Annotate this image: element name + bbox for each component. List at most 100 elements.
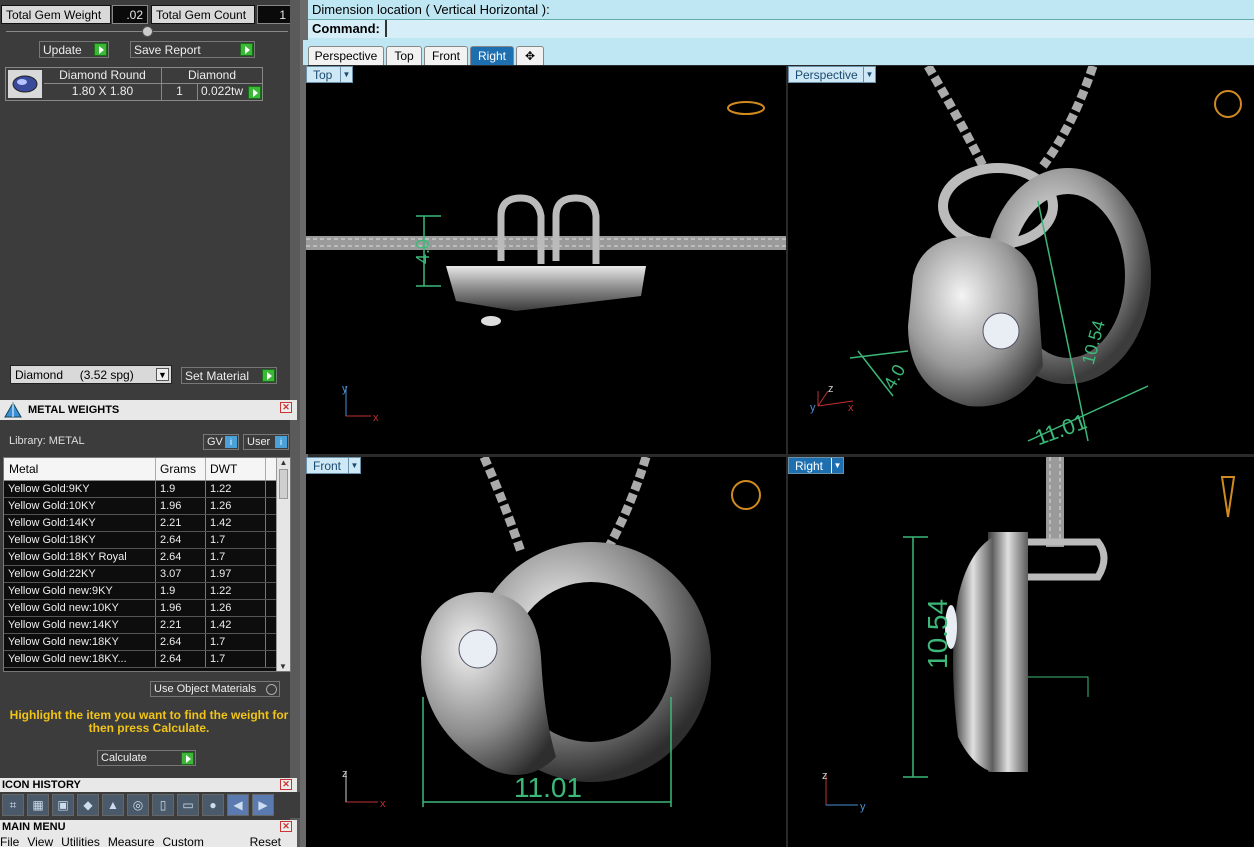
tab-top[interactable]: Top — [386, 46, 422, 65]
command-area: Dimension location ( Vertical Horizontal… — [308, 0, 1254, 40]
svg-text:z: z — [828, 383, 834, 395]
front-view-render: 11.01 z x — [342, 457, 761, 810]
scroll-down-icon[interactable]: ▼ — [277, 662, 289, 671]
use-object-materials-label: Use Object Materials — [154, 683, 257, 695]
viewport-top[interactable]: Top ▼ 4.0 yx — [306, 66, 786, 454]
gem-shape: Diamond Round — [44, 68, 162, 84]
folder-icon[interactable]: ▭ — [177, 794, 199, 816]
table-row[interactable]: Yellow Gold:22KY 3.07 1.97 — [4, 566, 290, 583]
top-dim-text: 4.0 — [413, 239, 433, 264]
file-icon[interactable]: ▯ — [152, 794, 174, 816]
gem-size: 1.80 X 1.80 — [44, 84, 162, 100]
metal-name-cell: Yellow Gold new:18KY... — [4, 651, 156, 667]
metal-rows: Yellow Gold:9KY 1.9 1.22 Yellow Gold:10KY 1.… — [4, 481, 290, 668]
svg-text:x: x — [848, 402, 854, 414]
diamond-gem-icon — [8, 70, 42, 98]
save-report-button[interactable]: Save Report — [130, 41, 255, 58]
tab-right[interactable]: Right — [470, 46, 514, 65]
col-dwt[interactable]: DWT — [206, 458, 266, 480]
radio-icon — [266, 684, 277, 695]
table-row[interactable]: Yellow Gold new:18KY 2.64 1.7 — [4, 634, 290, 651]
metal-name-cell: Yellow Gold new:9KY — [4, 583, 156, 599]
grid-icon[interactable]: ▦ — [27, 794, 49, 816]
grams-cell: 1.96 — [156, 498, 206, 514]
menu-file[interactable]: File — [0, 834, 19, 847]
viewport-perspective[interactable]: Perspective ▼ 4.0 10.54 11.01 zyx — [788, 66, 1254, 454]
table-row[interactable]: Yellow Gold new:9KY 1.9 1.22 — [4, 583, 290, 600]
metal-name-cell: Yellow Gold:18KY — [4, 532, 156, 548]
front-dim-text: 11.01 — [514, 772, 582, 803]
table-row[interactable]: Yellow Gold:10KY 1.96 1.26 — [4, 498, 290, 515]
menu-utilities[interactable]: Utilities — [61, 834, 100, 847]
scroll-thumb[interactable] — [279, 469, 288, 499]
metal-weights-header: METAL WEIGHTS ✕ — [0, 400, 297, 420]
save-icon[interactable]: ▣ — [52, 794, 74, 816]
arrow-right-icon[interactable]: ▶ — [252, 794, 274, 816]
tab-perspective[interactable]: Perspective — [308, 46, 384, 65]
use-object-materials-toggle[interactable]: Use Object Materials — [150, 681, 280, 697]
chevron-down-icon[interactable]: ▼ — [156, 368, 169, 381]
gv-button[interactable]: GV i — [203, 434, 239, 450]
dwt-cell: 1.97 — [206, 566, 266, 582]
grams-cell: 2.21 — [156, 515, 206, 531]
command-line[interactable]: Command: — [308, 19, 1254, 38]
go-arrow-icon — [262, 369, 275, 382]
go-arrow-icon — [240, 43, 253, 56]
total-gem-count-value[interactable]: 1 — [257, 5, 291, 24]
gem-row[interactable]: Diamond Round Diamond 1.80 X 1.80 1 0.02… — [5, 67, 263, 101]
add-tab-icon[interactable]: ✥ — [516, 46, 544, 65]
update-button[interactable]: Update — [39, 41, 109, 58]
table-row[interactable]: Yellow Gold:14KY 2.21 1.42 — [4, 515, 290, 532]
user-label: User — [247, 436, 271, 448]
viewport-right[interactable]: Right ▼ 10.54 zy — [788, 457, 1254, 847]
svg-text:y: y — [860, 801, 866, 813]
command-cursor — [385, 20, 387, 37]
splitter-handle[interactable] — [142, 26, 153, 37]
viewport-front[interactable]: Front ▼ 11.01 zx — [306, 457, 786, 847]
menu-measure[interactable]: Measure — [108, 834, 155, 847]
menu-custom[interactable]: Custom — [163, 834, 204, 847]
save-report-label: Save Report — [134, 42, 201, 57]
scrollbar[interactable]: ▲ ▼ — [276, 458, 290, 671]
set-material-button[interactable]: Set Material — [181, 367, 277, 384]
scale-icon — [4, 401, 22, 418]
command-prompt: Dimension location ( Vertical Horizontal… — [312, 2, 550, 17]
close-icon[interactable]: ✕ — [280, 779, 292, 790]
persp-dim-a: 4.0 — [880, 361, 910, 393]
calculate-button[interactable]: Calculate — [97, 750, 196, 766]
total-gem-weight-value[interactable]: .02 — [112, 5, 148, 24]
command-label: Command: — [312, 21, 380, 36]
material-select[interactable]: Diamond (3.52 spg) ▼ — [10, 365, 172, 384]
metal-weights-title: METAL WEIGHTS — [28, 404, 120, 416]
table-row[interactable]: Yellow Gold:18KY 2.64 1.7 — [4, 532, 290, 549]
table-row[interactable]: Yellow Gold new:14KY 2.21 1.42 — [4, 617, 290, 634]
metal-name-cell: Yellow Gold new:14KY — [4, 617, 156, 633]
close-icon[interactable]: ✕ — [280, 402, 292, 413]
grams-cell: 1.96 — [156, 600, 206, 616]
table-row[interactable]: Yellow Gold new:18KY... 2.64 1.7 — [4, 651, 290, 668]
menu-reset[interactable]: Reset — [250, 834, 297, 847]
table-row[interactable]: Yellow Gold:18KY Royal 2.64 1.7 — [4, 549, 290, 566]
arrow-left-icon[interactable]: ◀ — [227, 794, 249, 816]
gem-qty: 1 — [162, 84, 198, 100]
globe-icon[interactable]: ● — [202, 794, 224, 816]
main-menu-bar: File View Utilities Measure Custom Reset — [0, 834, 297, 847]
col-grams[interactable]: Grams — [156, 458, 206, 480]
table-row[interactable]: Yellow Gold:9KY 1.9 1.22 — [4, 481, 290, 498]
table-row[interactable]: Yellow Gold new:10KY 1.96 1.26 — [4, 600, 290, 617]
close-icon[interactable]: ✕ — [280, 821, 292, 832]
viewport-tabs: Perspective Top Front Right ✥ — [303, 40, 1254, 65]
col-metal[interactable]: Metal — [4, 458, 156, 480]
network-icon[interactable]: ⌗ — [2, 794, 24, 816]
tab-front[interactable]: Front — [424, 46, 468, 65]
gem-go-arrow-icon[interactable] — [248, 86, 261, 99]
user-button[interactable]: User i — [243, 434, 289, 450]
grams-cell: 2.64 — [156, 549, 206, 565]
total-gem-weight-label: Total Gem Weight — [1, 5, 111, 24]
grams-cell: 2.64 — [156, 634, 206, 650]
target-icon[interactable]: ◎ — [127, 794, 149, 816]
scale-icon[interactable]: ▲ — [102, 794, 124, 816]
scroll-up-icon[interactable]: ▲ — [277, 458, 290, 467]
menu-view[interactable]: View — [27, 834, 53, 847]
gem-icon[interactable]: ◆ — [77, 794, 99, 816]
